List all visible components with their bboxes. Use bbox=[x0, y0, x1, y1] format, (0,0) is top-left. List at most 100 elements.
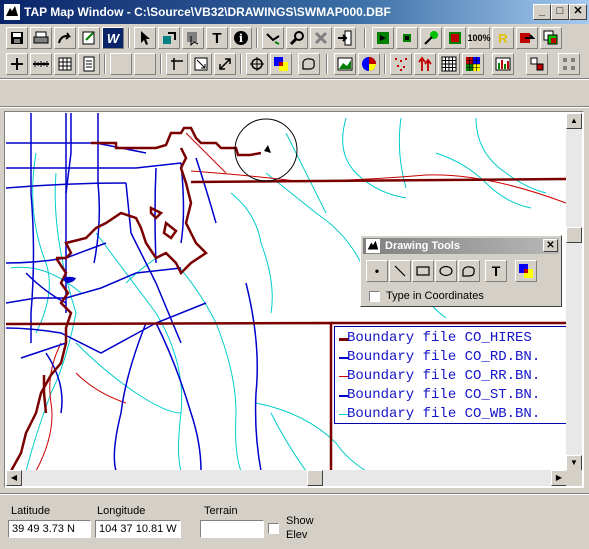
drawing-tools-close-button[interactable]: ✕ bbox=[543, 239, 558, 252]
bar-chart-icon[interactable] bbox=[492, 53, 514, 75]
toolbar-divider bbox=[0, 106, 589, 108]
close-button[interactable]: ✕ bbox=[569, 4, 587, 20]
edit-icon[interactable] bbox=[78, 27, 100, 49]
route-icon[interactable] bbox=[262, 27, 284, 49]
drawing-tools-window: Drawing Tools ✕ • T Type in Coordinates bbox=[360, 235, 562, 307]
yellow-r-icon[interactable]: R bbox=[492, 27, 514, 49]
toolbar-separator bbox=[104, 54, 106, 74]
polygon-tool-icon[interactable] bbox=[458, 260, 480, 282]
legend-item: Boundary file CO_RD.BN. bbox=[335, 348, 575, 367]
shape-icon[interactable] bbox=[298, 53, 320, 75]
table-grid-icon[interactable] bbox=[438, 53, 460, 75]
w-icon[interactable]: W bbox=[102, 27, 124, 49]
longitude-label: Longitude bbox=[97, 505, 146, 517]
info-icon[interactable]: i bbox=[230, 27, 252, 49]
legend-label: Boundary file CO_RD.BN. bbox=[347, 349, 541, 365]
green-pin-icon[interactable] bbox=[420, 27, 442, 49]
area-chart-icon[interactable] bbox=[334, 53, 356, 75]
legend-item: Boundary file CO_RR.BN. bbox=[335, 367, 575, 386]
zoom-tool-icon[interactable] bbox=[286, 27, 308, 49]
legend-item: Boundary file CO_WB.BN. bbox=[335, 405, 575, 424]
scroll-up-icon[interactable]: ▲ bbox=[566, 113, 582, 129]
drawing-tools-titlebar[interactable]: Drawing Tools ✕ bbox=[363, 238, 559, 254]
show-elev-label: Elev bbox=[286, 529, 308, 541]
text-tool-icon[interactable]: T bbox=[485, 260, 507, 282]
grid-settings-icon[interactable] bbox=[526, 53, 548, 75]
resize-icon[interactable] bbox=[214, 53, 236, 75]
red-tool-icon[interactable] bbox=[516, 27, 538, 49]
toolbar-separator bbox=[256, 28, 258, 48]
point-tool-icon[interactable]: • bbox=[366, 260, 388, 282]
ellipse-tool-icon[interactable] bbox=[435, 260, 457, 282]
toolbar-main: W T i 100% R bbox=[0, 25, 589, 51]
legend-label: Boundary file CO_HIRES bbox=[347, 330, 532, 346]
redo-icon[interactable] bbox=[54, 27, 76, 49]
toolbar-separator bbox=[160, 54, 162, 74]
move-icon[interactable] bbox=[158, 27, 180, 49]
type-coordinates-checkbox[interactable] bbox=[369, 291, 380, 302]
layers-icon[interactable] bbox=[540, 27, 562, 49]
green-square-1-icon[interactable] bbox=[372, 27, 394, 49]
dots-grid-icon[interactable] bbox=[558, 53, 580, 75]
window-title: TAP Map Window - C:\Source\VB32\DRAWINGS… bbox=[24, 5, 391, 19]
green-square-2-icon[interactable] bbox=[396, 27, 418, 49]
save-icon[interactable] bbox=[6, 27, 28, 49]
legend-label: Boundary file CO_WB.BN. bbox=[347, 406, 541, 422]
scale-icon[interactable] bbox=[190, 53, 212, 75]
selection-circle[interactable] bbox=[234, 118, 298, 182]
terrain-field bbox=[200, 520, 264, 538]
scroll-corner bbox=[566, 470, 582, 486]
color-grid-icon[interactable] bbox=[462, 53, 484, 75]
horizontal-scrollbar[interactable]: ◀ ▶ bbox=[6, 470, 567, 486]
minimize-button[interactable]: _ bbox=[533, 4, 551, 20]
toolbar-separator bbox=[384, 54, 386, 74]
terrain-label: Terrain bbox=[204, 505, 238, 517]
scroll-down-icon[interactable]: ▼ bbox=[566, 455, 582, 471]
scroll-left-icon[interactable]: ◀ bbox=[6, 470, 22, 486]
axis-icon[interactable] bbox=[166, 53, 188, 75]
ruler-icon[interactable] bbox=[30, 53, 52, 75]
road-layer bbox=[6, 113, 262, 471]
exit-icon[interactable] bbox=[334, 27, 356, 49]
grid-icon[interactable] bbox=[54, 53, 76, 75]
rectangle-tool-icon[interactable] bbox=[412, 260, 434, 282]
scroll-right-icon[interactable]: ▶ bbox=[551, 470, 567, 486]
map-legend: Boundary file CO_HIRES Boundary file CO_… bbox=[334, 326, 575, 424]
crosshair-icon[interactable] bbox=[246, 53, 268, 75]
horizontal-scroll-thumb[interactable] bbox=[307, 470, 323, 486]
red-square-icon[interactable] bbox=[444, 27, 466, 49]
latitude-field: 39 49 3.73 N bbox=[8, 520, 91, 538]
toolbar-separator bbox=[240, 54, 242, 74]
color-squares-icon[interactable] bbox=[270, 53, 292, 75]
title-bar: TAP Map Window - C:\Source\VB32\DRAWINGS… bbox=[0, 0, 589, 24]
line-tool-icon[interactable] bbox=[389, 260, 411, 282]
scatter-icon[interactable] bbox=[390, 53, 412, 75]
vertical-scroll-thumb[interactable] bbox=[566, 227, 582, 243]
legend-label: Boundary file CO_ST.BN. bbox=[347, 387, 541, 403]
notepad-icon[interactable] bbox=[78, 53, 100, 75]
type-coordinates-label: Type in Coordinates bbox=[386, 290, 484, 302]
delete-icon[interactable] bbox=[310, 27, 332, 49]
show-elev-checkbox[interactable] bbox=[268, 523, 279, 534]
blank-2-icon[interactable] bbox=[134, 53, 156, 75]
pointer-icon[interactable] bbox=[134, 27, 156, 49]
toolbar-divider bbox=[0, 78, 589, 80]
zoom-100-icon[interactable]: 100% bbox=[467, 27, 491, 49]
show-elev-label: Show bbox=[286, 515, 314, 527]
select-icon[interactable] bbox=[182, 27, 204, 49]
vertical-scrollbar[interactable]: ▲ ▼ bbox=[566, 113, 582, 471]
blank-1-icon[interactable] bbox=[110, 53, 132, 75]
toolbar-secondary bbox=[0, 51, 589, 77]
text-tool-icon[interactable]: T bbox=[206, 27, 228, 49]
arrows-icon[interactable] bbox=[414, 53, 436, 75]
toolbar-separator bbox=[128, 28, 130, 48]
app-icon bbox=[366, 239, 380, 253]
pie-chart-icon[interactable] bbox=[358, 53, 380, 75]
app-icon[interactable] bbox=[4, 4, 20, 20]
maximize-button[interactable]: □ bbox=[551, 4, 569, 20]
latitude-label: Latitude bbox=[11, 505, 51, 517]
fill-color-tool-icon[interactable] bbox=[515, 260, 537, 282]
print-icon[interactable] bbox=[30, 27, 52, 49]
add-icon[interactable] bbox=[6, 53, 28, 75]
toolbar-separator bbox=[326, 54, 328, 74]
